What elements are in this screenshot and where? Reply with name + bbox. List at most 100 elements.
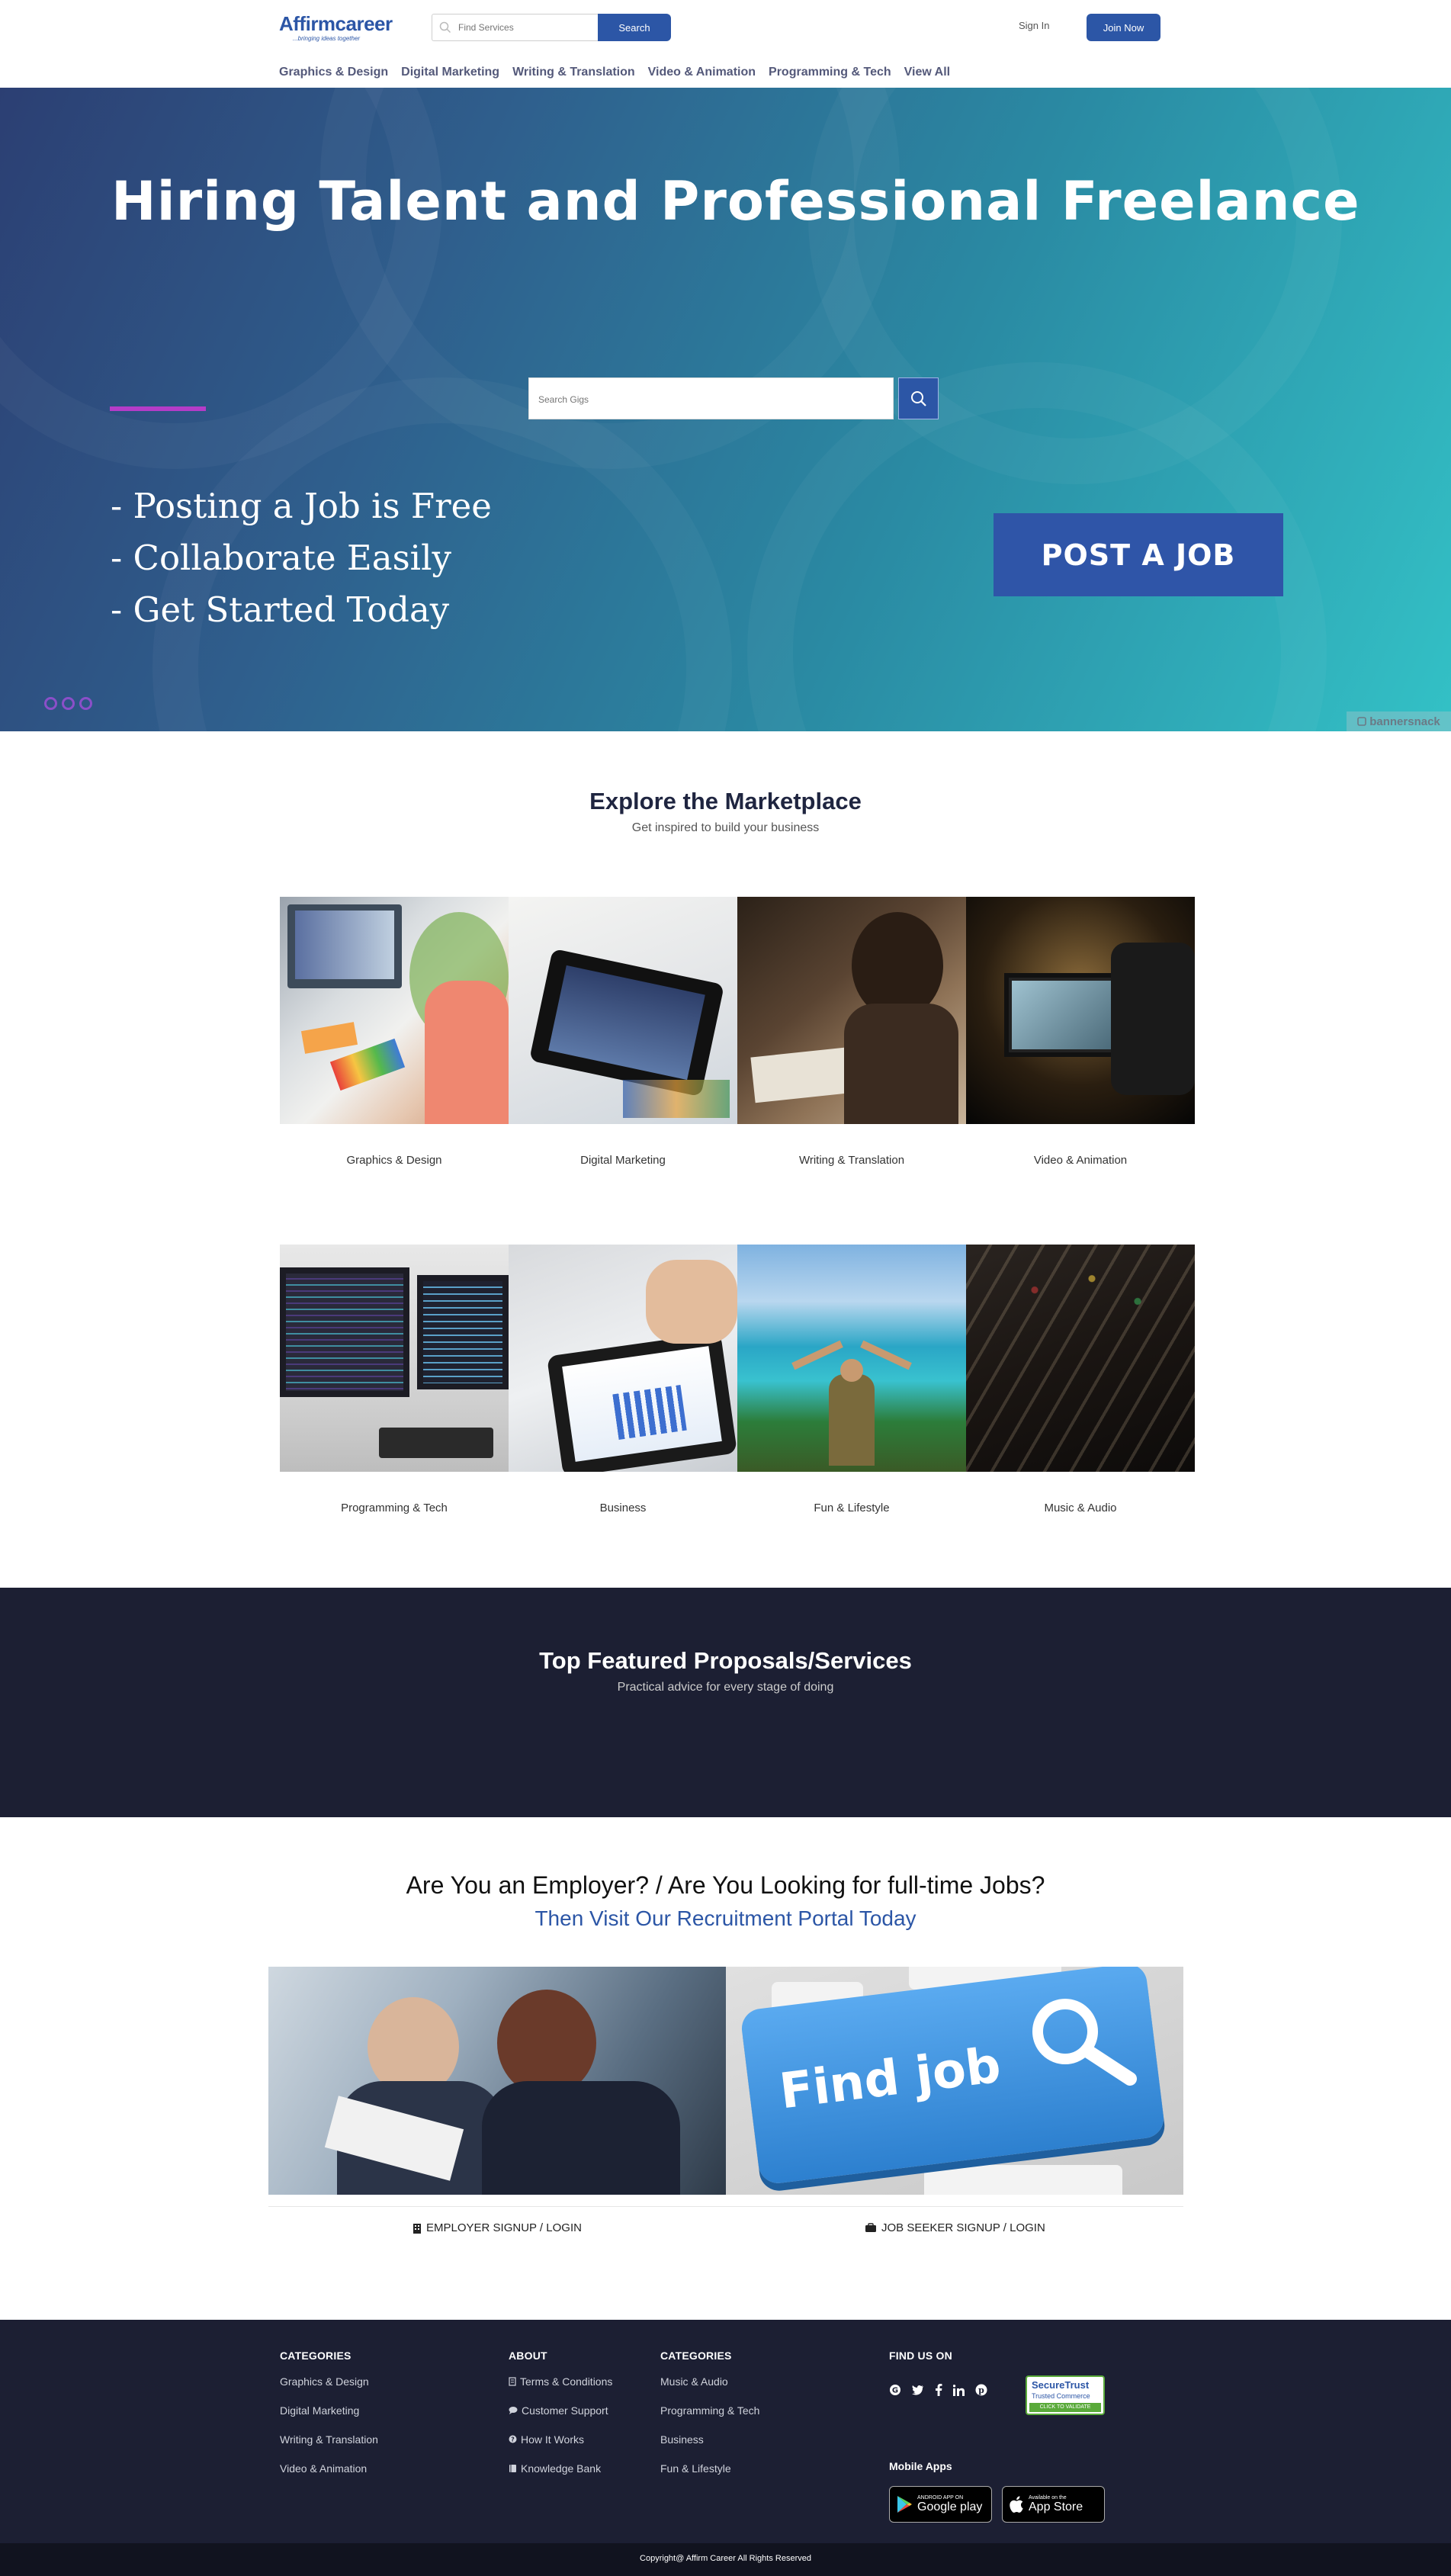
explore-subtitle: Get inspired to build your business <box>631 821 820 834</box>
carousel-dot[interactable] <box>44 697 57 710</box>
hero-search-button[interactable] <box>898 377 939 419</box>
footer-link[interactable]: Digital Marketing <box>280 2401 378 2430</box>
hero-banner: Hiring Talent and Professional Freelance… <box>0 88 1451 731</box>
category-card-music-audio[interactable]: Music & Audio <box>966 1245 1195 1514</box>
svg-text:G: G <box>892 2387 898 2395</box>
hero-search-field[interactable] <box>528 377 894 419</box>
hero-bullet: - Collaborate Easily <box>111 538 451 578</box>
carousel-dot[interactable] <box>62 697 75 710</box>
category-nav: Graphics & Design Digital Marketing Writ… <box>279 66 950 82</box>
employer-signup-label: EMPLOYER SIGNUP / LOGIN <box>426 2221 582 2234</box>
footer-link[interactable]: Graphics & Design <box>280 2372 378 2401</box>
category-card-programming-tech[interactable]: Programming & Tech <box>280 1245 509 1514</box>
hero-accent-rule <box>110 406 206 411</box>
footer-categories-column: CATEGORIES Graphics & Design Digital Mar… <box>280 2350 378 2488</box>
footer-link[interactable]: Business <box>660 2430 759 2459</box>
footer-link-support[interactable]: Customer Support <box>509 2401 612 2430</box>
bannersnack-logo-icon <box>1357 717 1367 726</box>
footer-link-label: Terms & Conditions <box>520 2375 613 2388</box>
footer-link-terms[interactable]: Terms & Conditions <box>509 2372 612 2401</box>
graphics-design-image <box>280 897 509 1124</box>
category-card-video-animation[interactable]: Video & Animation <box>966 897 1195 1167</box>
sign-in-link[interactable]: Sign In <box>1019 20 1049 31</box>
hero-search-input[interactable] <box>538 392 881 407</box>
building-icon <box>413 2223 421 2234</box>
carousel-dot[interactable] <box>79 697 92 710</box>
writing-translation-image <box>737 897 966 1124</box>
job-seeker-signup-label: JOB SEEKER SIGNUP / LOGIN <box>881 2221 1045 2234</box>
programming-tech-image <box>280 1245 509 1472</box>
job-seeker-signup-link[interactable]: JOB SEEKER SIGNUP / LOGIN <box>865 2221 1045 2234</box>
footer-link-knowledge-bank[interactable]: Knowledge Bank <box>509 2459 612 2488</box>
featured-section: Top Featured Proposals/Services Practica… <box>0 1588 1451 1817</box>
hero-bullets: - Posting a Job is Free - Collaborate Ea… <box>111 480 492 636</box>
featured-subtitle: Practical advice for every stage of doin… <box>617 1681 834 1694</box>
recruit-divider <box>268 2206 1183 2207</box>
category-card-writing-translation[interactable]: Writing & Translation <box>737 897 966 1167</box>
footer-link[interactable]: Video & Animation <box>280 2459 378 2488</box>
footer-column-title: FIND US ON <box>889 2350 952 2362</box>
social-icons: G p <box>889 2384 987 2396</box>
app-store-badge[interactable]: Available on the App Store <box>1002 2486 1105 2523</box>
google-icon[interactable]: G <box>889 2384 901 2396</box>
find-job-image[interactable]: Find job <box>726 1967 1183 2195</box>
category-card-fun-lifestyle[interactable]: Fun & Lifestyle <box>737 1245 966 1514</box>
category-label: Music & Audio <box>1044 1502 1117 1514</box>
nav-view-all[interactable]: View All <box>904 66 950 82</box>
app-store-small: Available on the <box>1029 2495 1067 2501</box>
header-search-field[interactable] <box>432 14 598 41</box>
twitter-icon[interactable] <box>912 2385 924 2395</box>
header-search-button[interactable]: Search <box>598 14 671 41</box>
app-store-big: App Store <box>1029 2501 1083 2513</box>
footer-link[interactable]: Writing & Translation <box>280 2430 378 2459</box>
category-label: Fun & Lifestyle <box>814 1502 890 1514</box>
copyright-bar: Copyright@ Affirm Career All Rights Rese… <box>0 2543 1451 2576</box>
recruit-cta[interactable]: Then Visit Our Recruitment Portal Today <box>0 1906 1451 1931</box>
carousel-dots <box>44 697 92 710</box>
question-circle-icon: ? <box>509 2435 517 2443</box>
nav-writing-translation[interactable]: Writing & Translation <box>512 66 635 82</box>
linkedin-icon[interactable] <box>953 2384 965 2396</box>
category-card-digital-marketing[interactable]: Digital Marketing <box>509 897 737 1167</box>
employer-image[interactable] <box>268 1967 726 2195</box>
category-label: Digital Marketing <box>580 1154 666 1167</box>
securetrust-badge[interactable]: SecureTrust Trusted Commerce CLICK TO VA… <box>1026 2375 1105 2415</box>
nav-video-animation[interactable]: Video & Animation <box>648 66 756 82</box>
document-icon <box>509 2377 516 2386</box>
footer-link[interactable]: Music & Audio <box>660 2372 759 2401</box>
footer-link-label: Customer Support <box>522 2404 608 2417</box>
recruit-question: Are You an Employer? / Are You Looking f… <box>406 1871 1045 1899</box>
chat-icon <box>509 2407 518 2414</box>
category-card-graphics-design[interactable]: Graphics & Design <box>280 897 509 1167</box>
nav-digital-marketing[interactable]: Digital Marketing <box>401 66 499 82</box>
footer-link[interactable]: Fun & Lifestyle <box>660 2459 759 2488</box>
post-a-job-button[interactable]: POST A JOB <box>994 513 1283 596</box>
header-search-input[interactable] <box>458 21 588 34</box>
nav-graphics-design[interactable]: Graphics & Design <box>279 66 388 82</box>
featured-title: Top Featured Proposals/Services <box>539 1647 912 1674</box>
business-image <box>509 1245 737 1472</box>
google-play-badge[interactable]: ANDROID APP ON Google play <box>889 2486 992 2523</box>
digital-marketing-image <box>509 897 737 1124</box>
google-play-small: ANDROID APP ON <box>917 2495 964 2501</box>
google-play-icon <box>897 2496 912 2513</box>
svg-text:?: ? <box>511 2436 515 2443</box>
footer-link-how-it-works[interactable]: ? How It Works <box>509 2430 612 2459</box>
logo[interactable]: Affirmcareer ...bringing ideas together <box>279 12 393 43</box>
category-card-business[interactable]: Business <box>509 1245 737 1514</box>
pinterest-icon[interactable]: p <box>975 2384 987 2396</box>
facebook-icon[interactable] <box>935 2384 942 2396</box>
bannersnack-label: bannersnack <box>1369 715 1440 728</box>
employer-signup-link[interactable]: EMPLOYER SIGNUP / LOGIN <box>413 2221 582 2234</box>
category-label: Programming & Tech <box>341 1502 448 1514</box>
search-icon <box>910 390 926 406</box>
securetrust-tagline: Trusted Commerce <box>1032 2392 1090 2400</box>
site-footer: CATEGORIES Graphics & Design Digital Mar… <box>0 2320 1451 2543</box>
magnifier-icon <box>1032 1999 1137 2086</box>
bannersnack-watermark[interactable]: bannersnack <box>1347 711 1451 731</box>
nav-programming-tech[interactable]: Programming & Tech <box>769 66 891 82</box>
explore-title: Explore the Marketplace <box>589 788 862 814</box>
footer-link-label: Knowledge Bank <box>521 2462 602 2475</box>
join-now-button[interactable]: Join Now <box>1087 14 1160 41</box>
footer-link[interactable]: Programming & Tech <box>660 2401 759 2430</box>
